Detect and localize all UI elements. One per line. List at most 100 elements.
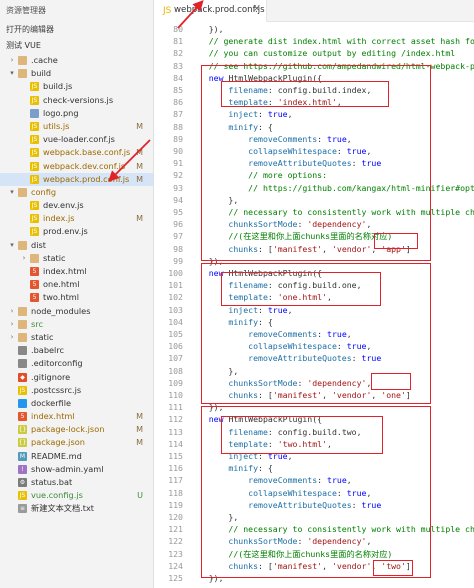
code-token: chunksSortMode — [189, 219, 298, 230]
tab-webpack-prod-conf[interactable]: JS webpack.prod.conf.js × — [155, 0, 267, 22]
tree-item-label: status.bat — [31, 477, 73, 487]
code-token: chunksSortMode — [189, 377, 298, 388]
code-token: : — [267, 292, 278, 303]
tree-item-label: vue.config.js — [31, 490, 83, 501]
tree-item-label: build — [31, 68, 52, 79]
chevron-right-icon[interactable]: › — [8, 318, 16, 331]
code-token: filename — [189, 280, 268, 291]
tree-folder[interactable]: › src — [0, 318, 153, 331]
code-token: HtmlWebpackPlugin({ — [228, 72, 323, 83]
code-line[interactable]: }), — [189, 572, 224, 586]
code-token: true — [361, 158, 382, 169]
tree-file[interactable]: 5 two.html — [0, 291, 153, 304]
code-token: chunks — [189, 243, 259, 254]
tree-file[interactable]: JS webpack.prod.conf.js M — [0, 172, 153, 186]
chevron-down-icon[interactable]: ▾ — [8, 186, 16, 199]
code-token: : — [317, 475, 328, 486]
tree-file[interactable]: JS utils.js M — [0, 120, 153, 133]
code-token: , — [366, 146, 372, 156]
tree-file[interactable]: logo.png — [0, 107, 153, 120]
tree-item-label: config — [31, 186, 57, 197]
tree-file[interactable]: JS build.js — [0, 80, 153, 93]
tree-file[interactable]: {} package-lock.json M — [0, 423, 153, 436]
tree-file[interactable]: JS .postcssrc.js — [0, 384, 153, 397]
chevron-right-icon[interactable]: › — [8, 305, 16, 318]
js-file-icon: JS — [18, 385, 27, 395]
tree-file[interactable]: JS webpack.base.conf.js M — [0, 146, 153, 159]
code-token: 'one.html' — [277, 292, 328, 303]
tree-folder[interactable]: ▾ config — [0, 186, 153, 199]
folder-icon — [18, 332, 27, 342]
chevron-down-icon[interactable]: ▾ — [8, 67, 16, 80]
code-token: : — [351, 158, 362, 169]
code-token: , — [336, 97, 342, 108]
code-token: , — [371, 243, 382, 254]
chevron-right-icon[interactable]: › — [8, 54, 16, 67]
code-token: 'index.html' — [277, 97, 337, 108]
code-area[interactable]: }), // generate dist index.html with cor… — [155, 22, 474, 588]
code-token: // necessary to consistently work with m… — [189, 524, 474, 535]
tree-folder[interactable]: › .cache — [0, 54, 153, 67]
tree-file[interactable]: JS dev.env.js — [0, 199, 153, 212]
tree-file[interactable]: ≡ 新建文本文档.txt — [0, 502, 153, 515]
code-token: , — [371, 560, 382, 571]
folder-icon — [30, 253, 39, 263]
tree-file[interactable]: dockerfile — [0, 397, 153, 410]
code-editor[interactable]: 80 81 82 83 84 85 86 87 88 89 90 91 92 93 94 95 96 97 98 99… — [155, 22, 474, 588]
tree-file[interactable]: JS vue-loader.conf.js — [0, 133, 153, 146]
tree-file[interactable]: JS vue.config.js U — [0, 489, 153, 502]
code-token: : — [258, 109, 268, 120]
chevron-right-icon[interactable]: › — [8, 331, 16, 344]
code-token: template — [189, 292, 268, 303]
tree-file[interactable]: .babelrc — [0, 344, 153, 357]
tree-file[interactable]: JS webpack.dev.conf.js M — [0, 160, 153, 173]
tab-label: webpack.prod.conf.js — [174, 5, 265, 15]
chevron-down-icon[interactable]: ▾ — [8, 239, 16, 252]
tree-folder[interactable]: › static — [0, 331, 153, 344]
code-token: inject — [189, 109, 259, 120]
code-token: true — [361, 353, 382, 364]
code-token: removeAttributeQuotes — [189, 353, 352, 364]
tree-file[interactable]: 5 one.html — [0, 278, 153, 291]
tree-item-label: static — [43, 252, 66, 263]
js-file-icon: JS — [30, 135, 39, 145]
code-token: collapseWhitespace — [189, 146, 337, 156]
git-status-badge: U — [137, 491, 143, 501]
tree-file[interactable]: ◆ .gitignore — [0, 371, 153, 384]
code-token: , — [366, 219, 372, 230]
code-token: new — [189, 414, 229, 425]
tree-item-label: check-versions.js — [43, 94, 114, 105]
tree-folder[interactable]: › static — [0, 252, 153, 265]
tree-file[interactable]: ⚙ status.bat — [0, 476, 153, 489]
tree-folder[interactable]: › node_modules — [0, 305, 153, 318]
tree-file[interactable]: 5 index.html M — [0, 410, 153, 423]
open-editors-section[interactable]: 打开的编辑器 — [0, 22, 153, 38]
git-file-icon: ◆ — [18, 372, 27, 382]
code-token: inject — [189, 304, 259, 315]
tree-file[interactable]: .editorconfig — [0, 357, 153, 370]
git-status-badge: M — [136, 425, 143, 435]
project-section[interactable]: 测试 VUE — [0, 38, 153, 54]
code-token: , — [287, 451, 293, 461]
js-file-icon: JS — [30, 161, 39, 171]
code-token: filename — [189, 426, 268, 437]
tree-item-label: static — [31, 331, 54, 342]
chevron-right-icon[interactable]: › — [20, 252, 28, 265]
tree-file[interactable]: ! show-admin.yaml — [0, 463, 153, 476]
code-token: removeAttributeQuotes — [189, 499, 352, 510]
close-icon[interactable]: × — [253, 4, 261, 14]
tree-folder[interactable]: ▾ dist — [0, 239, 153, 252]
tree-file[interactable]: JS check-versions.js — [0, 94, 153, 107]
tree-folder[interactable]: ▾ build — [0, 67, 153, 80]
tree-file[interactable]: JS prod.env.js — [0, 225, 153, 238]
code-token: : — [297, 219, 308, 230]
code-token: , — [322, 243, 332, 254]
js-file-icon: JS — [163, 6, 172, 16]
code-token: true — [327, 475, 347, 486]
tree-file[interactable]: 5 index.html — [0, 265, 153, 278]
code-token: 'two.html' — [277, 438, 328, 449]
tree-file[interactable]: JS index.js M — [0, 212, 153, 225]
tree-file[interactable]: {} package.json M — [0, 436, 153, 449]
tree-file[interactable]: M README.md — [0, 450, 153, 463]
html-file-icon: 5 — [18, 412, 27, 422]
